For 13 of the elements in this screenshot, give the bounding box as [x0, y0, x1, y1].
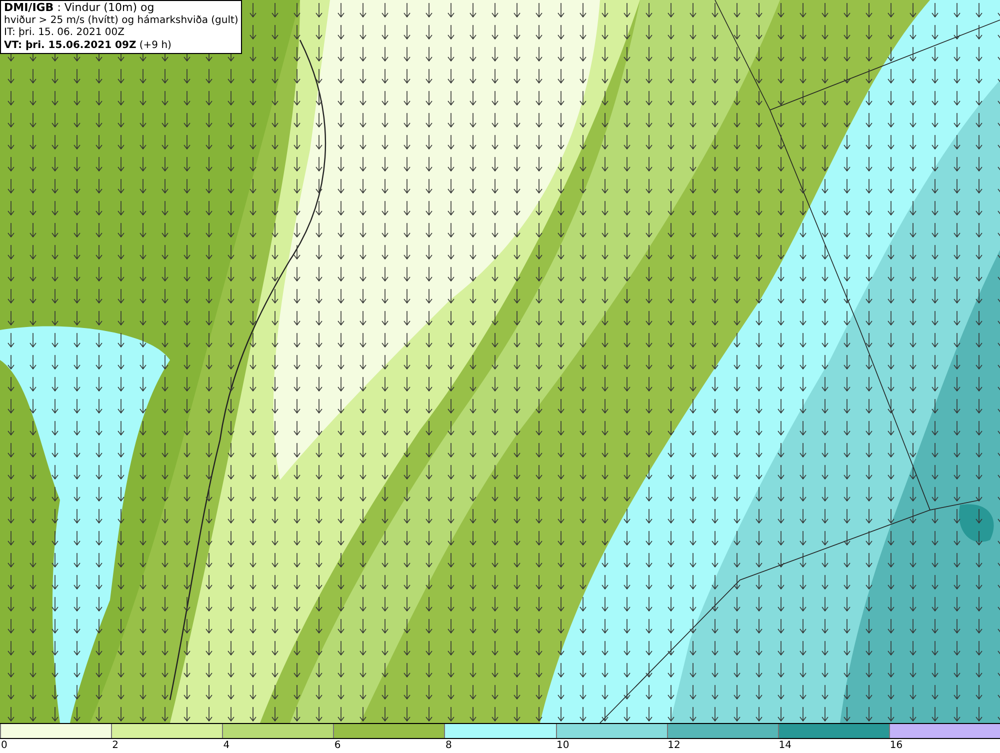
- title-text: DMI/IGB : Vindur (10m) og: [4, 2, 156, 14]
- legend-label: 4: [223, 740, 230, 751]
- legend-label: 14: [778, 740, 792, 751]
- legend-label: 0: [1, 740, 8, 751]
- legend-label: 2: [112, 740, 118, 751]
- legend-label: 6: [334, 740, 341, 751]
- legend-label: 12: [668, 740, 680, 751]
- legend-label: 16: [890, 740, 903, 751]
- title-text: VT: þri. 15.06.2021 09Z (+9 h): [4, 40, 172, 52]
- legend-label: 8: [445, 740, 452, 751]
- title-text: IT: þri. 15. 06. 2021 00Z: [4, 27, 126, 40]
- title-text: hviður > 25 m/s (hvítt) og hámarkshviða (gult): [4, 14, 238, 27]
- legend-label: 10: [556, 740, 570, 751]
